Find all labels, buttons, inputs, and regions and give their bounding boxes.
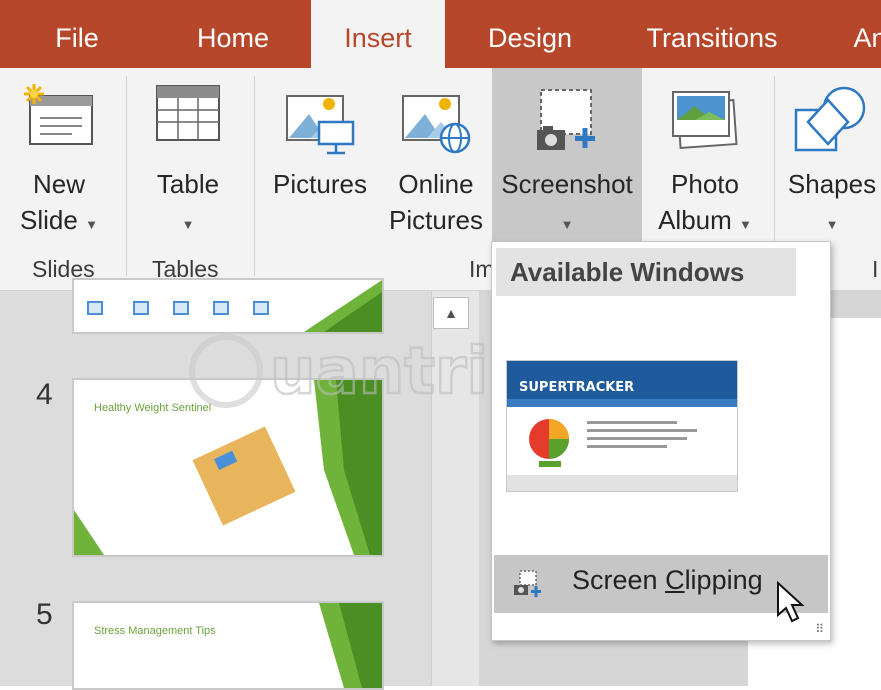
photo-album-label: Photo bbox=[671, 169, 739, 199]
tab-file[interactable]: File bbox=[22, 0, 132, 68]
ribbon-tab-bar: File Home Insert Design Transitions An bbox=[0, 0, 881, 68]
slide-number: 4 bbox=[36, 378, 53, 411]
shapes-label: Shapes bbox=[787, 169, 877, 199]
screen-clipping-label: Screen Clipping bbox=[572, 565, 763, 595]
pictures-button[interactable]: Pictures bbox=[264, 68, 376, 253]
table-button[interactable]: Table ▼ bbox=[138, 68, 238, 253]
screenshot-label: Screenshot bbox=[501, 169, 633, 199]
window-title: SUPERTRACKER bbox=[519, 380, 634, 395]
slide-title: Stress Management Tips bbox=[94, 625, 216, 637]
chevron-down-icon: ▼ bbox=[85, 217, 98, 232]
new-slide-label: New bbox=[32, 169, 85, 199]
new-slide-icon bbox=[22, 82, 96, 161]
available-window-thumbnail[interactable]: SUPERTRACKER bbox=[506, 360, 738, 492]
slide-thumbnail-4[interactable]: Healthy Weight Sentinel bbox=[72, 378, 384, 557]
screen-clipping-menu-item[interactable]: Screen Clipping bbox=[494, 555, 828, 623]
photo-album-label-2: Album bbox=[658, 205, 732, 235]
thumbnail-scrollbar[interactable] bbox=[431, 291, 480, 686]
online-pictures-label: Online bbox=[398, 169, 474, 199]
tab-transitions[interactable]: Transitions bbox=[632, 0, 792, 68]
tab-animations[interactable]: An bbox=[840, 0, 881, 68]
window-preview-art: SUPERTRACKER bbox=[507, 361, 737, 491]
tab-design[interactable]: Design bbox=[470, 0, 590, 68]
online-pictures-label-2: Pictures bbox=[389, 205, 483, 235]
new-slide-label-2: Slide bbox=[20, 205, 78, 235]
new-slide-button[interactable]: New Slide ▼ bbox=[10, 68, 108, 253]
table-icon bbox=[155, 82, 221, 153]
slide-thumbnail-3[interactable] bbox=[72, 278, 384, 334]
tab-insert[interactable]: Insert bbox=[311, 0, 445, 68]
screen-clipping-icon bbox=[512, 569, 544, 606]
online-pictures-icon bbox=[397, 82, 475, 167]
screenshot-button[interactable]: Screenshot ▼ bbox=[492, 68, 642, 253]
available-windows-header: Available Windows bbox=[496, 248, 796, 296]
chevron-down-icon: ▼ bbox=[825, 217, 839, 232]
screenshot-icon bbox=[527, 82, 607, 167]
chevron-down-icon: ▼ bbox=[181, 217, 195, 232]
mouse-cursor-icon bbox=[776, 580, 806, 630]
table-label: Table bbox=[156, 169, 220, 199]
slide-thumbnail-art bbox=[319, 603, 382, 688]
tab-home[interactable]: Home bbox=[178, 0, 288, 68]
chevron-down-icon: ▼ bbox=[739, 217, 752, 232]
slide-thumbnail-5[interactable]: Stress Management Tips bbox=[72, 601, 384, 690]
group-label-illustrations: I bbox=[872, 256, 879, 282]
online-pictures-button[interactable]: Online Pictures bbox=[384, 68, 488, 253]
group-separator bbox=[254, 76, 255, 276]
slide-title: Healthy Weight Sentinel bbox=[94, 402, 212, 414]
pictures-label: Pictures bbox=[273, 169, 367, 199]
resize-grip-icon[interactable]: ⠿ bbox=[815, 622, 824, 636]
caret-up-icon: ▲ bbox=[444, 305, 458, 321]
shapes-icon bbox=[792, 82, 872, 167]
group-separator bbox=[126, 76, 127, 276]
photo-album-button[interactable]: Photo Album ▼ bbox=[644, 68, 766, 253]
pictures-icon bbox=[281, 82, 359, 167]
photo-album-icon bbox=[665, 82, 745, 167]
chevron-down-icon: ▼ bbox=[560, 217, 574, 232]
scroll-up-button[interactable]: ▲ bbox=[433, 297, 469, 329]
slide-number: 5 bbox=[36, 598, 53, 631]
screenshot-dropdown: Available Windows SUPERTRACKER Screen Cl… bbox=[491, 241, 831, 641]
shapes-button[interactable]: Shapes ▼ bbox=[782, 68, 881, 253]
slide-thumbnail-art bbox=[87, 280, 382, 332]
